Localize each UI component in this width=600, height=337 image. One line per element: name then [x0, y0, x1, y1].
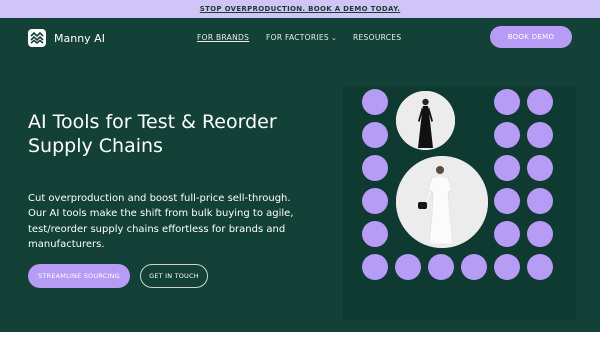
hero-section: Manny AI FOR BRANDS FOR FACTORIES ⌄ RESOU…: [0, 18, 600, 332]
hero-title-line-2: Supply Chains: [28, 135, 163, 157]
nav-for-brands[interactable]: FOR BRANDS: [197, 33, 249, 42]
hero-subtitle: Cut overproduction and boost full-price …: [28, 191, 328, 253]
decor-dot: [494, 155, 520, 181]
nav-for-factories[interactable]: FOR FACTORIES ⌄: [266, 33, 337, 42]
decor-dot: [362, 188, 388, 214]
hero-subtitle-line-3: test/reorder supply chains effortless fo…: [28, 223, 286, 235]
decor-dot: [362, 221, 388, 247]
hero-subtitle-line-2: Our AI tools make the shift from bulk bu…: [28, 208, 294, 220]
announcement-bar: STOP OVERPRODUCTION. BOOK A DEMO TODAY.: [0, 0, 600, 18]
decor-dot: [494, 221, 520, 247]
decor-dot: [527, 188, 553, 214]
page-bottom-strip: [0, 332, 600, 337]
decor-dot: [362, 122, 388, 148]
decor-dot: [494, 254, 520, 280]
decor-dot: [527, 221, 553, 247]
decor-dot: [527, 155, 553, 181]
book-demo-button[interactable]: BOOK DEMO: [490, 26, 572, 48]
decor-dot: [362, 155, 388, 181]
hero-title-line-1: AI Tools for Test & Reorder: [28, 111, 277, 133]
hero-subtitle-line-4: manufacturers.: [28, 239, 105, 251]
decor-dot: [527, 89, 553, 115]
nav-resources[interactable]: RESOURCES: [353, 33, 401, 42]
decor-dot: [527, 122, 553, 148]
model-white-dress-image: [396, 156, 488, 248]
decor-dot: [428, 254, 454, 280]
decor-dot: [395, 254, 421, 280]
announcement-link[interactable]: STOP OVERPRODUCTION. BOOK A DEMO TODAY.: [200, 5, 401, 13]
chevron-down-icon: ⌄: [330, 34, 338, 42]
model-black-dress-image: [396, 91, 455, 150]
hero-subtitle-line-1: Cut overproduction and boost full-price …: [28, 193, 291, 204]
hero-image-panel: [343, 86, 576, 320]
decor-dot: [527, 254, 553, 280]
decor-dot: [494, 188, 520, 214]
decor-dot: [494, 122, 520, 148]
decor-dot: [362, 254, 388, 280]
nav-for-factories-label: FOR FACTORIES: [266, 33, 329, 42]
get-in-touch-button[interactable]: GET IN TOUCH: [140, 264, 208, 288]
decor-dot: [461, 254, 487, 280]
decor-dot: [362, 89, 388, 115]
decor-dot: [494, 89, 520, 115]
hero-title: AI Tools for Test & Reorder Supply Chain…: [28, 110, 328, 158]
streamline-sourcing-button[interactable]: STREAMLINE SOURCING: [28, 264, 130, 288]
